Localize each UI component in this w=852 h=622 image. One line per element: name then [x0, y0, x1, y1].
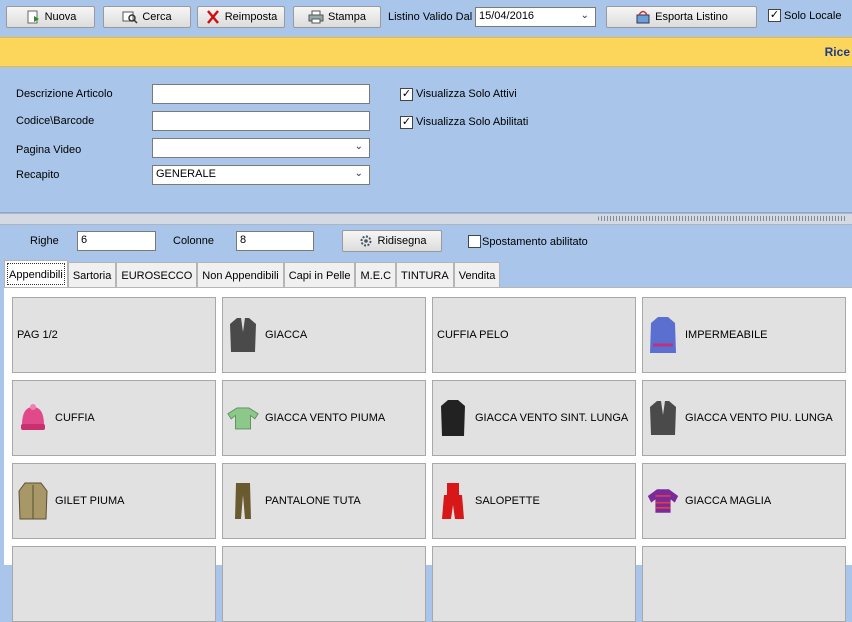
- cols-input[interactable]: 8: [236, 231, 314, 251]
- item-tile[interactable]: GIACCA: [222, 297, 426, 373]
- new-button[interactable]: Nuova: [6, 6, 95, 28]
- item-tile[interactable]: [12, 546, 216, 622]
- print-button-label: Stampa: [328, 11, 366, 23]
- enabled-only-checkbox[interactable]: ✓: [400, 116, 413, 129]
- item-tile-label: GIACCA VENTO PIU. LUNGA: [685, 412, 833, 424]
- item-tile[interactable]: CUFFIA PELO: [432, 297, 636, 373]
- item-tile-label: GIACCA MAGLIA: [685, 495, 772, 507]
- chevron-down-icon: ⌄: [354, 168, 363, 179]
- cols-label: Colonne: [173, 235, 214, 247]
- rows-input[interactable]: 6: [77, 231, 156, 251]
- item-tile-label: GIACCA VENTO SINT. LUNGA: [475, 412, 629, 424]
- tab-mec[interactable]: M.E.C: [355, 262, 397, 288]
- item-tile-label: PANTALONE TUTA: [265, 495, 361, 507]
- knit-jacket-icon: [647, 481, 679, 521]
- chevron-down-icon: ⌄: [580, 10, 589, 21]
- hat-pink-icon: [17, 398, 49, 438]
- item-tile[interactable]: [432, 546, 636, 622]
- chevron-down-icon: ⌄: [354, 141, 363, 152]
- jacket-gray-icon: [647, 398, 679, 438]
- enabled-only-label: Visualizza Solo Abilitati: [416, 116, 529, 128]
- item-tile-label: SALOPETTE: [475, 495, 540, 507]
- local-only-checkbox[interactable]: ✓: [768, 9, 781, 22]
- code-input[interactable]: [152, 111, 370, 131]
- page-select[interactable]: ⌄: [152, 138, 370, 158]
- tab-sartoria[interactable]: Sartoria: [67, 262, 117, 288]
- item-tile[interactable]: GIACCA VENTO PIU. LUNGA: [642, 380, 846, 456]
- rows-label: Righe: [30, 235, 59, 247]
- tab-appendibili[interactable]: Appendibili: [4, 260, 68, 288]
- export-icon: [635, 10, 651, 24]
- valid-from-value: 15/04/2016: [479, 10, 535, 22]
- redraw-button-label: Ridisegna: [377, 235, 427, 247]
- active-only-label: Visualizza Solo Attivi: [416, 88, 517, 100]
- address-select[interactable]: GENERALE ⌄: [152, 165, 370, 185]
- item-tile[interactable]: CUFFIA: [12, 380, 216, 456]
- print-button[interactable]: Stampa: [293, 6, 381, 28]
- export-button-label: Esporta Listino: [655, 11, 728, 23]
- address-select-value: GENERALE: [156, 168, 216, 180]
- tab-tintura[interactable]: TINTURA: [396, 262, 454, 288]
- new-document-icon: [25, 10, 41, 24]
- filter-panel: Descrizione Articolo Codice\Barcode Pagi…: [0, 68, 852, 213]
- jacket-gray-icon: [227, 315, 259, 355]
- item-tile-label: CUFFIA: [55, 412, 95, 424]
- gear-icon: [358, 234, 374, 248]
- item-tile-label: GIACCA: [265, 329, 308, 341]
- code-label: Codice\Barcode: [16, 115, 95, 127]
- new-button-label: Nuova: [44, 11, 77, 23]
- item-grid: PAG 1/2 GIACCA CUFFIA PELO IMPERMEABILE …: [4, 287, 852, 622]
- item-tile-label: PAG 1/2: [17, 329, 58, 341]
- search-button-label: Cerca: [142, 11, 172, 23]
- export-price-list-button[interactable]: Esporta Listino: [606, 6, 757, 28]
- reset-button[interactable]: Reimposta: [197, 6, 285, 28]
- item-tile-label: GILET PIUMA: [55, 495, 125, 507]
- description-input[interactable]: [152, 84, 370, 104]
- item-tile[interactable]: SALOPETTE: [432, 463, 636, 539]
- close-icon: [205, 10, 221, 24]
- item-tile[interactable]: PAG 1/2: [12, 297, 216, 373]
- item-tile[interactable]: IMPERMEABILE: [642, 297, 846, 373]
- valid-from-date-picker[interactable]: 15/04/2016 ⌄: [475, 7, 596, 27]
- item-tile-label: IMPERMEABILE: [685, 329, 768, 341]
- search-button[interactable]: Cerca: [103, 6, 191, 28]
- page-label: Pagina Video: [16, 144, 82, 156]
- down-jacket-green-icon: [227, 398, 259, 438]
- item-tile[interactable]: GIACCA VENTO SINT. LUNGA: [432, 380, 636, 456]
- move-enabled-label: Spostamento abilitato: [482, 236, 588, 248]
- vest-icon: [17, 481, 49, 521]
- item-tile[interactable]: GILET PIUMA: [12, 463, 216, 539]
- item-tile[interactable]: GIACCA MAGLIA: [642, 463, 846, 539]
- valid-from-label: Listino Valido Dal: [388, 11, 473, 23]
- trousers-icon: [227, 481, 259, 521]
- reset-button-label: Reimposta: [224, 11, 278, 23]
- item-tile[interactable]: GIACCA VENTO PIUMA: [222, 380, 426, 456]
- item-tile-label: CUFFIA PELO: [437, 329, 509, 341]
- category-tabs: Appendibili Sartoria EUROSECCO Non Appen…: [4, 260, 501, 288]
- move-enabled-checkbox[interactable]: [468, 235, 481, 248]
- salopette-red-icon: [437, 481, 469, 521]
- long-coat-black-icon: [437, 398, 469, 438]
- panel-splitter[interactable]: [0, 213, 852, 225]
- raincoat-icon: [647, 315, 679, 355]
- banner-text: Rice: [824, 45, 850, 59]
- tab-eurosecco[interactable]: EUROSECCO: [116, 262, 198, 288]
- item-tile[interactable]: [222, 546, 426, 622]
- printer-icon: [308, 10, 324, 24]
- tab-capi-in-pelle[interactable]: Capi in Pelle: [283, 262, 356, 288]
- item-tile[interactable]: PANTALONE TUTA: [222, 463, 426, 539]
- item-tile[interactable]: [642, 546, 846, 622]
- item-tile-label: GIACCA VENTO PIUMA: [265, 412, 386, 424]
- tab-vendita[interactable]: Vendita: [453, 262, 501, 288]
- splitter-grip[interactable]: [598, 216, 846, 221]
- header-banner: Rice: [0, 37, 852, 67]
- description-label: Descrizione Articolo: [16, 88, 113, 100]
- redraw-button[interactable]: Ridisegna: [342, 230, 442, 252]
- local-only-label: Solo Locale: [784, 10, 842, 22]
- address-label: Recapito: [16, 169, 60, 181]
- search-icon: [122, 10, 138, 24]
- tab-non-appendibili[interactable]: Non Appendibili: [197, 262, 284, 288]
- active-only-checkbox[interactable]: ✓: [400, 88, 413, 101]
